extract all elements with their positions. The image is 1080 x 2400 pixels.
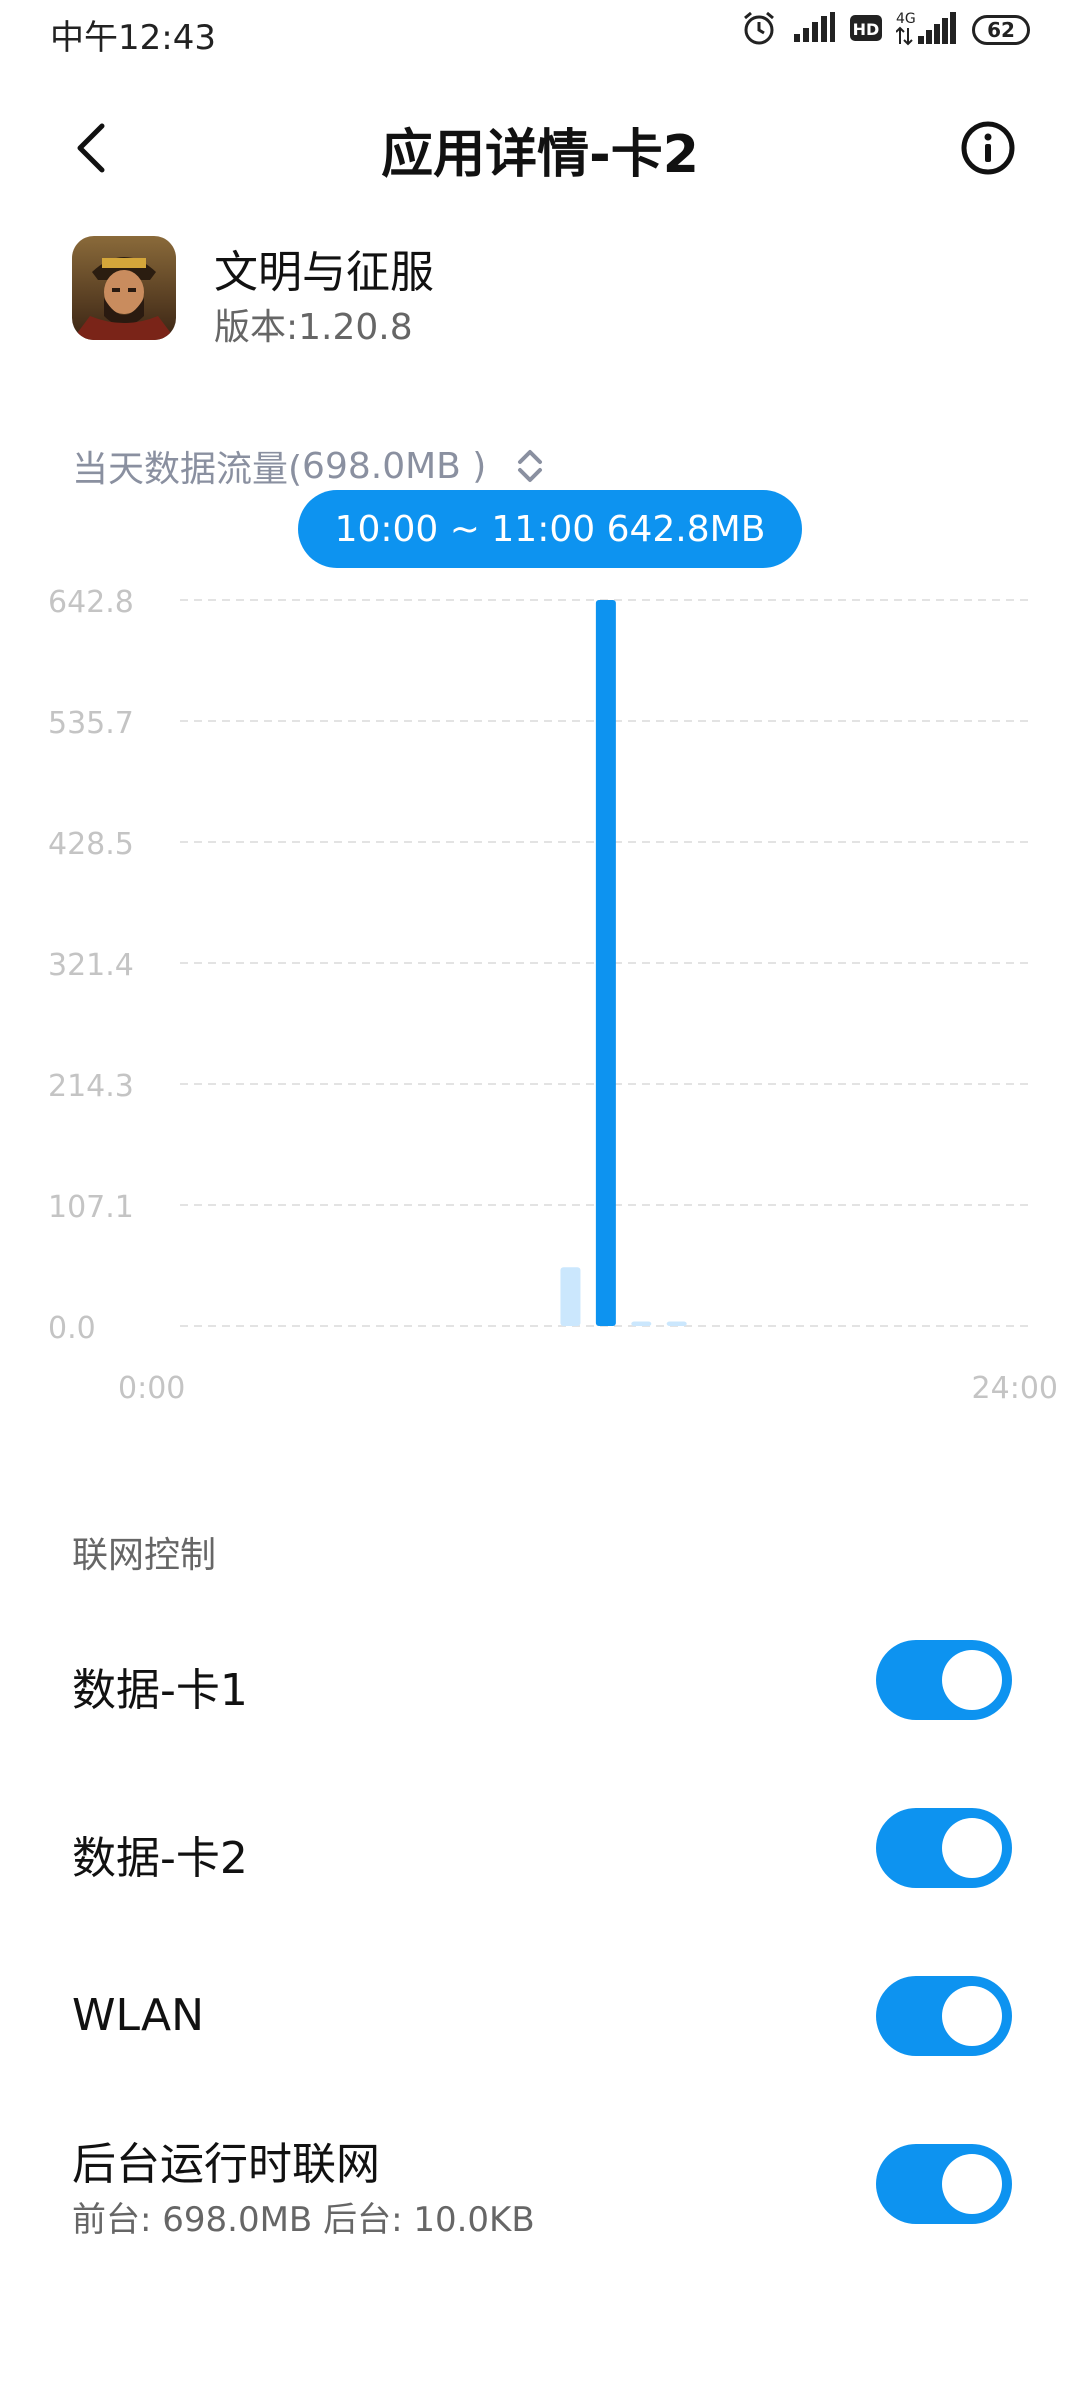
setting-row-data-sim2[interactable]: 数据-卡2: [0, 1780, 1080, 1920]
usage-bar[interactable]: [666, 1321, 687, 1326]
info-icon: [961, 121, 1015, 175]
setting-sub: 前台: 698.0MB 后台: 10.0KB: [72, 2200, 535, 2240]
wlan-switch[interactable]: [876, 1976, 1012, 2056]
y-tick-label: 642.8: [48, 585, 134, 620]
status-bar: 中午12:43 HD 4G 62: [0, 0, 1080, 62]
battery-icon: 62: [972, 15, 1030, 45]
hd-label: HD: [853, 20, 880, 39]
usage-bar[interactable]: [631, 1321, 652, 1326]
setting-row-data-sim1[interactable]: 数据-卡1: [0, 1610, 1080, 1750]
app-name: 文明与征服: [214, 247, 434, 298]
page-title: 应用详情-卡2: [381, 125, 699, 185]
usage-label: 当天数据流量(: [72, 449, 303, 490]
status-icons: HD 4G 62: [740, 10, 1030, 50]
y-tick-label: 107.1: [48, 1190, 134, 1225]
data-sim1-switch[interactable]: [876, 1640, 1012, 1720]
setting-label: 数据-卡1: [72, 1665, 248, 1716]
status-time: 中午12:43: [50, 18, 216, 58]
y-tick-label: 428.5: [48, 827, 134, 862]
chevron-up-down-icon[interactable]: [510, 441, 550, 491]
header: 应用详情-卡2: [0, 92, 1080, 204]
y-tick-label: 321.4: [48, 948, 134, 983]
info-button[interactable]: [958, 118, 1018, 178]
4g-signal-icon: 4G: [895, 10, 958, 50]
setting-row-background-network[interactable]: 后台运行时联网 前台: 698.0MB 后台: 10.0KB: [0, 2110, 1080, 2260]
x-end-label: 24:00: [972, 1371, 1058, 1406]
setting-label: 数据-卡2: [72, 1833, 248, 1884]
x-start-label: 0:00: [118, 1371, 185, 1406]
signal-icon: [792, 12, 836, 48]
data-sim2-switch[interactable]: [876, 1808, 1012, 1888]
usage-value: 698.0MB ): [302, 445, 487, 487]
bar-tooltip: 10:00 ~ 11:00 642.8MB: [298, 490, 802, 568]
y-tick-label: 0.0: [48, 1311, 96, 1346]
setting-label: WLAN: [72, 1990, 205, 2041]
y-tick-label: 535.7: [48, 706, 134, 741]
background-network-switch[interactable]: [876, 2144, 1012, 2224]
alarm-icon: [740, 9, 778, 51]
usage-bar[interactable]: [595, 600, 616, 1326]
switch-knob: [942, 1986, 1002, 2046]
y-tick-label: 214.3: [48, 1069, 134, 1104]
usage-bar[interactable]: [560, 1267, 581, 1326]
app-icon: [72, 236, 176, 340]
hourly-usage-chart[interactable]: 0.0 107.1 214.3 321.4 428.5 535.7 642.8 0:00 24:…: [0, 580, 1080, 1440]
app-version: 版本:1.20.8: [214, 307, 413, 348]
switch-knob: [942, 1818, 1002, 1878]
battery-level: 62: [972, 15, 1030, 45]
switch-knob: [942, 1650, 1002, 1710]
app-info: 文明与征服 版本:1.20.8: [72, 236, 1012, 348]
setting-row-wlan[interactable]: WLAN: [0, 1950, 1080, 2090]
section-title-network-control: 联网控制: [72, 1535, 217, 1576]
usage-summary[interactable]: 当天数据流量( 698.0MB ): [72, 436, 550, 496]
setting-label: 后台运行时联网: [72, 2139, 380, 2190]
switch-knob: [942, 2154, 1002, 2214]
network-label: 4G: [896, 11, 916, 27]
hd-icon: HD: [850, 13, 882, 47]
